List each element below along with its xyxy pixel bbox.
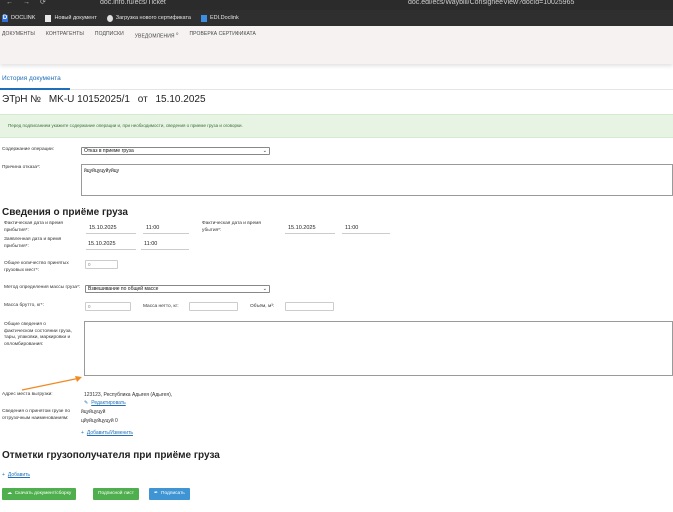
address-bar-path[interactable]: doc.edi/ecs/Waybill/ConsigneeView?docId=… [408, 0, 574, 6]
sign-button[interactable]: ✒ Подписать [149, 488, 190, 500]
declared-arrival-date-underline [86, 249, 136, 250]
tab-document-history[interactable]: История документа [2, 75, 61, 82]
gross-mass-label: Масса брутто, кг*: [4, 303, 44, 308]
add-link[interactable]: + Добавить [2, 472, 30, 478]
actual-arrival-time-underline [143, 233, 189, 234]
cloud-download-icon: ☁ [7, 491, 12, 496]
tab-divider [0, 89, 673, 90]
declared-arrival-label: Заявленная дата и время прибытия*: [4, 237, 62, 249]
signature-sheet-button[interactable]: Подписной лист [93, 488, 139, 500]
volume-label: Объём, м³: [250, 304, 275, 309]
operation-select[interactable]: Отказ в приеме груза ⌄ [81, 147, 270, 155]
reason-label: Причина отказа*: [2, 165, 41, 170]
declared-arrival-date[interactable]: 15.10.2025 [88, 241, 116, 247]
pen-icon: ✒ [154, 491, 159, 496]
actual-arrival-date-underline [86, 233, 136, 234]
net-mass-label: Масса нетто, кг: [143, 304, 179, 309]
mass-method-label: Метод определения массы груза*: [4, 285, 81, 290]
general-info-label: Общие сведения о фактическом состоянии г… [4, 322, 72, 347]
app-navigation: ДОКУМЕНТЫ КОНТРАГЕНТЫ ПОДПИСКИ УВЕДОМЛЕН… [0, 26, 673, 64]
menu-contractors[interactable]: КОНТРАГЕНТЫ [46, 31, 84, 40]
browser-toolbar: ←→⟳ doc.info.ru/ecs/Ticket doc.edi/ecs/W… [0, 0, 673, 10]
net-mass-input[interactable] [189, 302, 238, 311]
add-edit-link[interactable]: + Добавить/Изменить [81, 430, 133, 436]
chevron-down-icon: ⌄ [262, 286, 267, 292]
actual-departure-date-underline [285, 233, 335, 234]
declared-arrival-time-underline [141, 249, 189, 250]
actual-arrival-label: Фактическая дата и время прибытия*: [4, 221, 64, 233]
mass-method-select[interactable]: Взвешивание по общей массе ⌄ [85, 285, 270, 293]
notifications-count: 0 [176, 31, 179, 36]
actual-arrival-date[interactable]: 15.10.2025 [89, 225, 117, 231]
bookmark-doclink[interactable]: D DOCLINK [2, 14, 35, 22]
actual-departure-time-underline [342, 233, 390, 234]
bookmark-certificate[interactable]: Загрузка нового сертификата [106, 14, 191, 22]
menu-documents[interactable]: ДОКУМЕНТЫ [2, 31, 35, 40]
menu-signatures[interactable]: ПОДПИСКИ [95, 31, 124, 40]
actual-departure-time[interactable]: 11:00 [345, 225, 358, 231]
page-title: ЭТрН № MK-U 10152025/1 от 15.10.2025 [2, 94, 206, 105]
gross-mass-input[interactable]: 0 [85, 302, 131, 311]
receipt-section-title: Сведения о приёме груза [2, 207, 128, 218]
info-notice: Перед подписанием укажите содержание опе… [0, 114, 673, 138]
consignee-section-title: Отметки грузополучателя при приёме груза [2, 450, 220, 461]
actual-arrival-time[interactable]: 11:00 [146, 225, 159, 231]
menu-notifications[interactable]: УВЕДОМЛЕНИЯ 0 [135, 31, 179, 40]
download-document-button[interactable]: ☁ Скачать документ/сборку [2, 488, 77, 500]
certificate-icon [106, 14, 113, 22]
annotation-arrow-icon [21, 376, 82, 391]
document-icon [45, 14, 52, 22]
general-info-textarea[interactable] [84, 321, 673, 376]
address-bar[interactable]: doc.info.ru/ecs/Ticket [100, 0, 166, 6]
bookmark-new-document[interactable]: Новый документ [45, 14, 97, 22]
menu-certificate-check[interactable]: ПРОВЕРКА СЕРТИФИКАТА [189, 31, 256, 40]
accepted-cargo-line1: йцуйцуцуй [81, 409, 106, 415]
plus-icon: + [81, 430, 84, 436]
accepted-cargo-line2: цйуйцуйцуцуй 0 [81, 418, 118, 424]
volume-input[interactable] [285, 302, 334, 311]
actual-departure-date[interactable]: 15.10.2025 [288, 225, 316, 231]
edi-icon [200, 14, 207, 22]
places-label: Общее количество принятых грузовых мест*… [4, 261, 69, 273]
pencil-icon: ✎ [84, 400, 89, 406]
unload-address-label: Адрес места выгрузки: [2, 392, 53, 397]
doclink-icon: D [2, 14, 8, 22]
tab-active-indicator [0, 88, 70, 90]
places-input[interactable]: 0 [85, 260, 118, 269]
operation-label: Содержание операции: [2, 147, 55, 152]
reason-textarea[interactable]: йцуйцуцуйуйцу [81, 164, 673, 196]
declared-arrival-time[interactable]: 11:00 [144, 241, 157, 247]
bookmark-edi[interactable]: EDI.Doclink [200, 14, 239, 22]
plus-icon: + [2, 472, 5, 478]
browser-nav-icons[interactable]: ←→⟳ [6, 0, 56, 6]
accepted-cargo-label: Сведения о принятом грузе по отгрузочным… [2, 409, 71, 421]
edit-link[interactable]: ✎ Редактировать [84, 400, 126, 406]
actual-departure-label: Фактическая дата и время убытия*: [202, 221, 262, 233]
bookmarks-bar: D DOCLINK Новый документ Загрузка нового… [0, 10, 673, 26]
unload-address-value: 123123, Республика Адыгея (Адыгея), [84, 392, 173, 398]
chevron-down-icon: ⌄ [262, 148, 267, 154]
